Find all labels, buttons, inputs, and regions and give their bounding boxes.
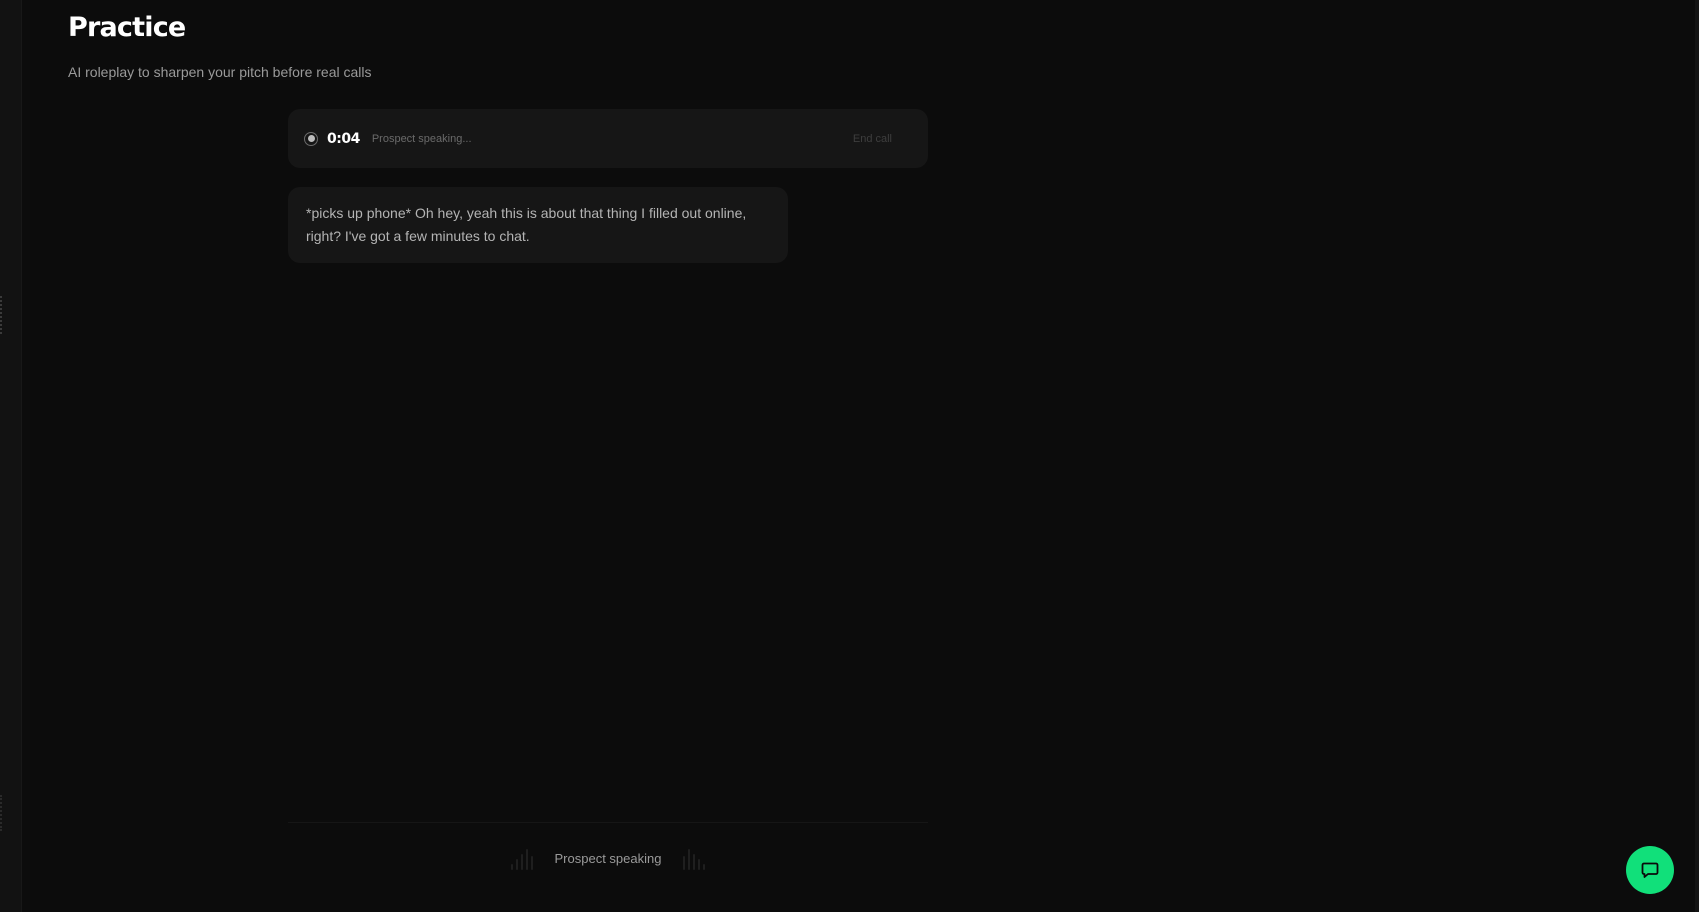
chat-bubble-icon (1641, 862, 1659, 878)
end-call-button[interactable]: End call (853, 133, 892, 145)
chat-button[interactable] (1626, 846, 1674, 894)
speaking-indicator: Prospect speaking (288, 846, 928, 870)
prospect-message: *picks up phone* Oh hey, yeah this is ab… (288, 187, 788, 263)
page-subtitle: AI roleplay to sharpen your pitch before… (68, 64, 372, 80)
waveform-icon (510, 846, 533, 870)
call-status-text: Prospect speaking... (371, 132, 472, 145)
record-dot-icon (304, 131, 318, 146)
rail-marker (0, 795, 8, 831)
waveform-icon (683, 846, 706, 870)
speaking-label: Prospect speaking (554, 850, 662, 866)
scrollbar-track[interactable] (1695, 0, 1699, 912)
call-status-bar: 0:04 Prospect speaking... End call (288, 109, 928, 168)
page-title: Practice (68, 12, 186, 43)
page-header: Practice AI roleplay to sharpen your pit… (68, 10, 372, 81)
rail-handle[interactable] (0, 296, 8, 334)
divider (288, 822, 928, 823)
call-timer: 0:04 (327, 130, 360, 147)
app-root: Practice AI roleplay to sharpen your pit… (0, 0, 1699, 912)
left-rail (0, 0, 22, 912)
